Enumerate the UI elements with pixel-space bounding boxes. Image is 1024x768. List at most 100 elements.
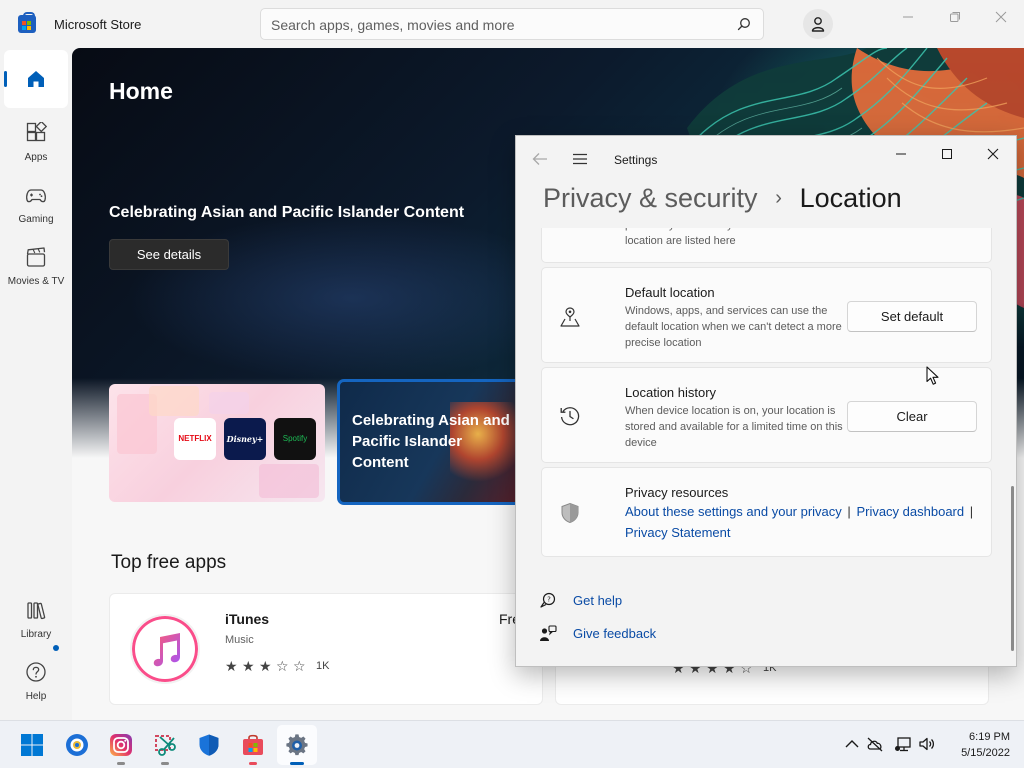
edge-canary-icon <box>66 734 88 756</box>
active-indicator <box>4 71 7 87</box>
settings-title: Settings <box>614 153 658 167</box>
nav-item-gaming[interactable]: Gaming <box>4 176 68 234</box>
home-icon <box>28 71 44 87</box>
gamepad-icon <box>26 189 46 203</box>
search-icon[interactable] <box>737 17 751 31</box>
library-icon <box>27 602 46 620</box>
see-details-button[interactable]: See details <box>109 239 229 270</box>
person-icon <box>811 17 825 32</box>
star-rating: ★ ★ ★ ☆ ☆ <box>225 658 310 674</box>
minimize-button[interactable] <box>888 6 928 28</box>
window-title: Microsoft Store <box>54 17 142 32</box>
settings-maximize-button[interactable] <box>930 144 964 164</box>
app-category: Music <box>225 634 254 646</box>
windows-logo-icon <box>21 734 43 756</box>
clear-history-button[interactable]: Clear <box>847 401 977 432</box>
give-feedback-text: Give feedback <box>573 626 657 641</box>
taskbar-windows-security[interactable] <box>189 725 229 765</box>
privacy-dashboard-link[interactable]: Privacy dashboard <box>856 504 964 519</box>
about-privacy-link[interactable]: About these settings and your privacy <box>625 504 842 519</box>
star-filled-icon: ★ <box>225 658 238 674</box>
set-default-button[interactable]: Set default <box>847 301 977 332</box>
settings-close-button[interactable] <box>976 144 1010 164</box>
rating-count: 1K <box>316 660 330 672</box>
cloud-offline-icon[interactable] <box>866 735 884 753</box>
taskbar-snipping-tool[interactable] <box>145 725 185 765</box>
start-button[interactable] <box>12 725 52 765</box>
default-location-card: Default location Windows, apps, and serv… <box>541 267 992 363</box>
settings-scroll-area[interactable]: previously accessed your location are li… <box>516 228 1016 666</box>
star-filled-icon: ★ <box>259 658 272 674</box>
taskbar-microsoft-store[interactable] <box>233 725 273 765</box>
star-empty-icon: ☆ <box>293 658 306 674</box>
taskbar: 6:19 PM 5/15/2022 <box>0 720 1024 768</box>
close-button[interactable] <box>981 6 1021 28</box>
nav-label-apps: Apps <box>24 152 48 163</box>
recent-activity-card[interactable]: previously accessed your location are li… <box>541 228 992 263</box>
volume-icon[interactable] <box>918 735 936 753</box>
maximize-icon <box>942 149 952 159</box>
taskbar-settings[interactable] <box>277 725 317 765</box>
section-title-top-free: Top free apps <box>111 552 227 573</box>
clock-date: 5/15/2022 <box>961 747 1010 759</box>
nav-item-apps[interactable]: Apps <box>4 114 68 172</box>
card-decoration <box>259 464 319 498</box>
page-title: Home <box>109 78 173 104</box>
settings-window: Settings Privacy & security › Location pre… <box>515 135 1017 667</box>
nav-item-movies[interactable]: Movies & TV <box>4 238 68 296</box>
help-chat-icon: ? <box>540 592 556 608</box>
restore-icon <box>950 12 960 22</box>
active-window-indicator <box>290 762 304 765</box>
nav-label-help: Help <box>25 691 47 702</box>
location-history-card: Location history When device location is… <box>541 367 992 463</box>
music-note-icon <box>153 633 180 667</box>
maximize-button[interactable] <box>935 6 975 28</box>
nav-item-help[interactable]: Help <box>4 653 68 711</box>
nav-item-home[interactable] <box>4 50 68 108</box>
mouse-cursor-icon <box>926 366 939 385</box>
disney-plus-tile: Disney+ <box>224 418 266 460</box>
netflix-tile: NETFLIX <box>174 418 216 460</box>
history-clock-icon <box>560 407 580 426</box>
microsoft-store-icon <box>243 734 263 755</box>
account-button[interactable] <box>803 9 833 39</box>
itunes-icon <box>130 614 200 684</box>
settings-minimize-button[interactable] <box>884 144 918 164</box>
privacy-statement-link[interactable]: Privacy Statement <box>625 525 731 540</box>
store-logo-icon <box>18 12 36 33</box>
hamburger-menu-icon[interactable] <box>572 153 588 165</box>
network-ethernet-icon[interactable] <box>895 735 913 753</box>
taskbar-clock[interactable]: 6:19 PM 5/15/2022 <box>940 729 1010 761</box>
back-arrow-icon[interactable] <box>532 152 548 166</box>
search-input[interactable] <box>271 15 711 35</box>
spotify-tile: Spotify <box>274 418 316 460</box>
card-description: When device location is on, your locatio… <box>625 405 843 449</box>
feedback-person-icon <box>540 625 557 641</box>
card-title: Location history <box>625 385 717 400</box>
carousel-card-title: Celebrating Asian and Pacific Islander C… <box>352 412 510 471</box>
settings-gear-icon <box>286 734 308 756</box>
nav-item-library[interactable]: Library <box>4 591 68 649</box>
card-decoration <box>149 386 199 416</box>
clock-time: 6:19 PM <box>969 731 1010 743</box>
running-indicator <box>117 762 125 765</box>
privacy-links: About these settings and your privacy | … <box>625 501 985 543</box>
link-separator: | <box>847 504 851 519</box>
search-box[interactable] <box>260 8 764 40</box>
taskbar-edge-canary[interactable] <box>57 725 97 765</box>
minimize-icon <box>903 16 913 18</box>
settings-scrollbar[interactable] <box>1011 486 1014 651</box>
shield-icon <box>561 502 579 524</box>
location-pin-icon <box>560 307 580 327</box>
svg-text:?: ? <box>547 596 551 604</box>
get-help-text: Get help <box>573 593 623 608</box>
hero-heading: Celebrating Asian and Pacific Islander C… <box>109 204 465 221</box>
taskbar-instagram[interactable] <box>101 725 141 765</box>
app-card-itunes[interactable]: iTunes Music Fre ★ ★ ★ ☆ ☆ 1K <box>109 593 543 705</box>
card-description: Windows, apps, and services can use the … <box>625 305 842 349</box>
carousel-card-asian-pacific[interactable]: Celebrating Asian and Pacific Islander C… <box>337 379 527 505</box>
breadcrumb-parent[interactable]: Privacy & security <box>543 183 758 213</box>
chevron-up-icon[interactable] <box>843 735 861 753</box>
instagram-icon <box>110 734 132 756</box>
carousel-card-streaming[interactable]: NETFLIX Disney+ Spotify <box>109 384 325 502</box>
